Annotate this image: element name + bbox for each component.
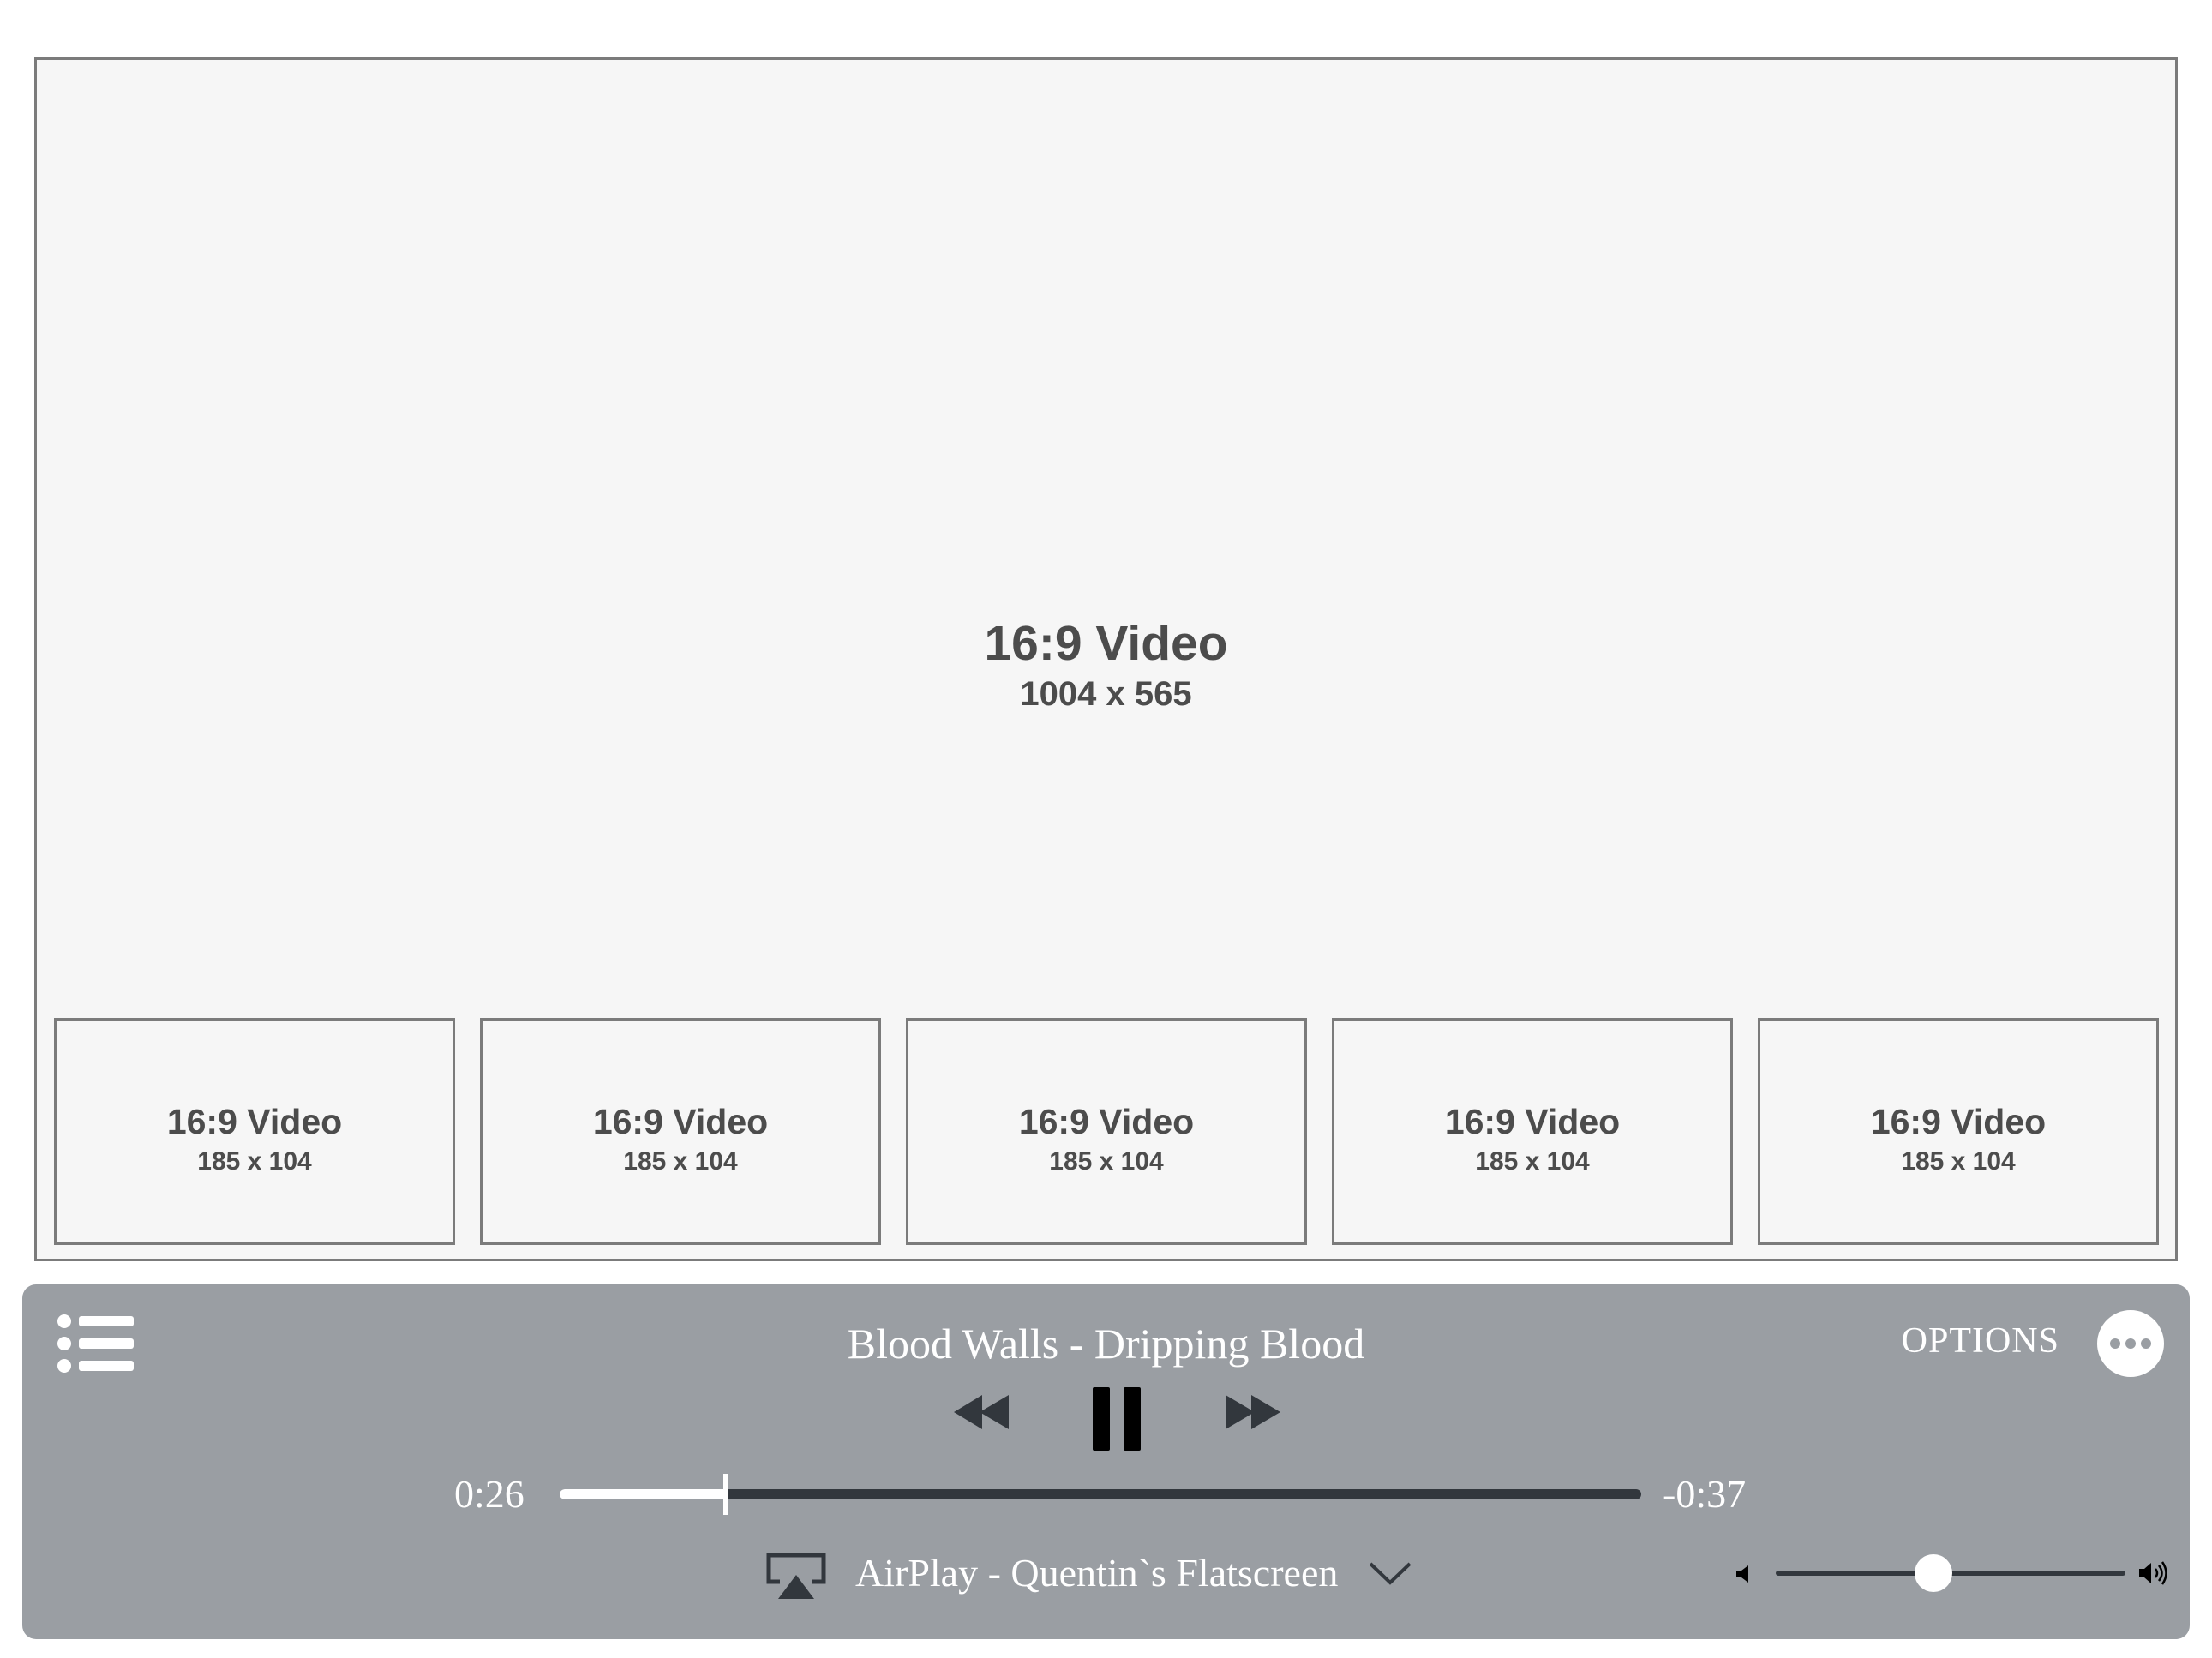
airplay-icon xyxy=(766,1553,826,1599)
time-elapsed: 0:26 xyxy=(454,1472,525,1516)
player-control-bar: Blood Walls - Dripping Blood OPTIONS 0:2… xyxy=(22,1284,2190,1639)
thumbnail-size: 185 x 104 xyxy=(1901,1147,2016,1176)
thumbnail-size: 185 x 104 xyxy=(197,1147,312,1176)
fast-forward-button[interactable] xyxy=(1224,1393,1280,1431)
progress-handle[interactable] xyxy=(723,1474,729,1515)
thumbnail-video[interactable]: 16:9 Video 185 x 104 xyxy=(906,1018,1307,1245)
main-video-title: 16:9 Video xyxy=(984,616,1228,671)
thumbnail-video[interactable]: 16:9 Video 185 x 104 xyxy=(54,1018,455,1245)
main-video-size: 1004 x 565 xyxy=(1020,675,1192,713)
time-remaining: -0:37 xyxy=(1663,1472,1747,1516)
video-stage: 16:9 Video 1004 x 565 16:9 Video 185 x 1… xyxy=(34,57,2178,1261)
volume-slider[interactable] xyxy=(1776,1554,2125,1592)
track-title: Blood Walls - Dripping Blood xyxy=(847,1320,1365,1368)
thumbnail-size: 185 x 104 xyxy=(1475,1147,1590,1176)
pause-button[interactable] xyxy=(1093,1387,1141,1451)
progress-fill xyxy=(560,1489,727,1499)
thumbnail-video[interactable]: 16:9 Video 185 x 104 xyxy=(480,1018,881,1245)
rewind-button[interactable] xyxy=(954,1393,1010,1431)
fast-forward-icon xyxy=(1226,1395,1280,1429)
volume-knob[interactable] xyxy=(1914,1554,1952,1592)
options-label[interactable]: OPTIONS xyxy=(1902,1320,2059,1362)
speaker-low-icon xyxy=(1735,1565,1752,1583)
thumbnail-title: 16:9 Video xyxy=(592,1102,769,1141)
chevron-down-icon xyxy=(1369,1562,1412,1585)
thumbnail-title: 16:9 Video xyxy=(1444,1102,1621,1141)
progress-scrubber[interactable] xyxy=(560,1474,1641,1515)
airplay-device-label[interactable]: AirPlay - Quentin`s Flatscreen xyxy=(855,1550,1338,1595)
thumbnail-video[interactable]: 16:9 Video 185 x 104 xyxy=(1758,1018,2159,1245)
thumbnail-video[interactable]: 16:9 Video 185 x 104 xyxy=(1332,1018,1733,1245)
thumbnail-size: 185 x 104 xyxy=(1049,1147,1164,1176)
speaker-high-icon xyxy=(2137,1560,2170,1586)
airplay-button[interactable] xyxy=(766,1553,826,1601)
rewind-icon xyxy=(954,1395,1009,1429)
airplay-dropdown-button[interactable] xyxy=(1368,1560,1412,1586)
thumbnail-title: 16:9 Video xyxy=(1870,1102,2047,1141)
main-video-placeholder[interactable]: 16:9 Video 1004 x 565 xyxy=(37,60,2175,1011)
thumbnail-size: 185 x 104 xyxy=(623,1147,738,1176)
more-options-button[interactable] xyxy=(2097,1310,2164,1377)
thumbnail-title: 16:9 Video xyxy=(1018,1102,1195,1141)
pause-icon xyxy=(1093,1387,1141,1451)
thumbnail-title: 16:9 Video xyxy=(166,1102,343,1141)
